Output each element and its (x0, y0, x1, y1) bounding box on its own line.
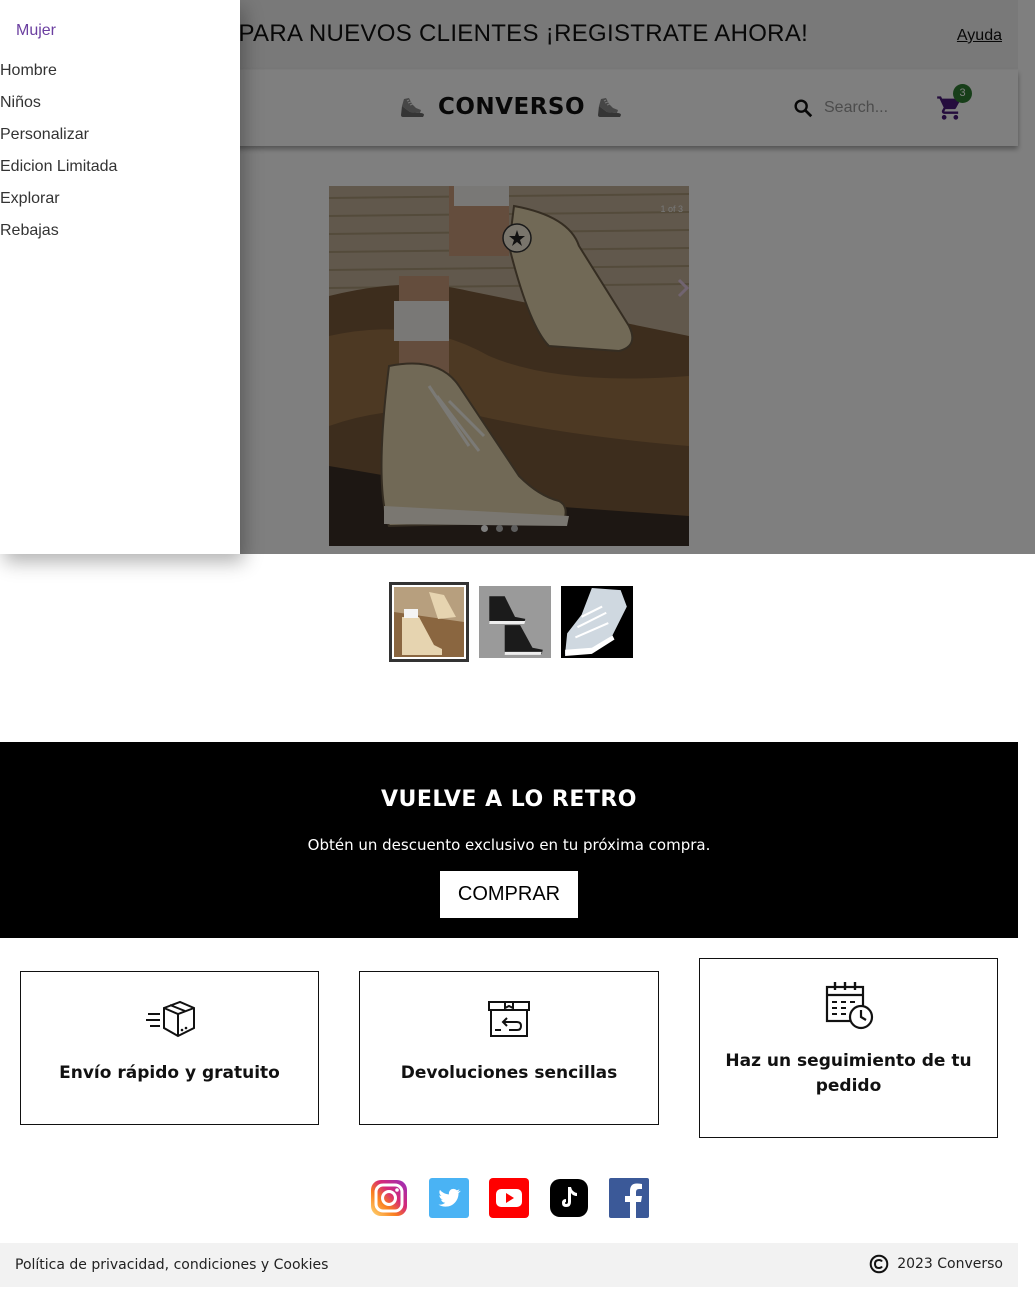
feature-label: Envío rápido y gratuito (59, 1063, 280, 1083)
buy-button[interactable]: COMPRAR (440, 871, 578, 918)
thumbnail-image (394, 587, 464, 657)
drawer-item-hombre[interactable]: Hombre (0, 62, 57, 80)
tiktok-icon[interactable] (549, 1178, 589, 1218)
retro-title: VUELVE A LO RETRO (380, 787, 638, 812)
copyright-text: 2023 Converso (897, 1256, 1003, 1272)
page: % PARA NUEVOS CLIENTES ¡REGISTRATE AHORA… (0, 0, 1035, 1291)
site-footer: Política de privacidad, condiciones y Co… (0, 1243, 1018, 1287)
drawer-item-edicion-limitada[interactable]: Edicion Limitada (0, 158, 117, 176)
thumbnail-white-sneaker[interactable] (561, 586, 633, 658)
return-box-icon (488, 1001, 530, 1037)
drawer-item-rebajas[interactable]: Rebajas (0, 222, 59, 240)
drawer-item-ninos[interactable]: Niños (0, 94, 41, 112)
side-drawer: Mujer Hombre Niños Personalizar Edicion … (0, 0, 240, 554)
retro-subtitle: Obtén un descuento exclusivo en tu próxi… (307, 836, 711, 854)
thumbnail-strip (389, 582, 633, 662)
feature-label: Devoluciones sencillas (400, 1063, 618, 1083)
drawer-item-explorar[interactable]: Explorar (0, 190, 60, 208)
copyright-icon (869, 1254, 889, 1274)
privacy-policy-link[interactable]: Política de privacidad, condiciones y Co… (15, 1257, 328, 1273)
feature-easy-returns: Devoluciones sencillas (359, 971, 659, 1125)
calendar-clock-icon (825, 982, 873, 1030)
feature-label: Haz un seguimiento de tu pedido (725, 1051, 972, 1096)
drawer-item-personalizar[interactable]: Personalizar (0, 126, 89, 144)
feature-order-tracking: Haz un seguimiento de tu pedido (699, 958, 998, 1138)
instagram-icon[interactable] (369, 1178, 409, 1218)
thumbnail-black-high-top[interactable] (479, 586, 551, 658)
drawer-item-mujer[interactable]: Mujer (16, 22, 56, 40)
twitter-icon[interactable] (429, 1178, 469, 1218)
youtube-icon[interactable] (489, 1178, 529, 1218)
thumbnail-image (561, 586, 633, 658)
feature-fast-shipping: Envío rápido y gratuito (20, 971, 319, 1125)
thumbnail-image (479, 586, 551, 658)
copyright: 2023 Converso (869, 1254, 1003, 1274)
facebook-icon[interactable] (609, 1178, 649, 1218)
retro-promo-banner: VUELVE A LO RETRO Obtén un descuento exc… (0, 742, 1018, 938)
delivery-box-icon (145, 1000, 195, 1038)
thumbnail-beige-high-top[interactable] (389, 582, 469, 662)
